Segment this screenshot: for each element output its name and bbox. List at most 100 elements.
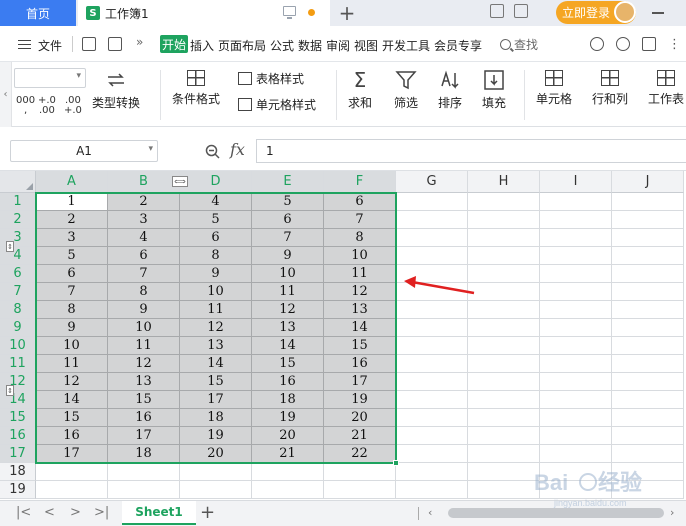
cell-i2[interactable] — [540, 211, 612, 229]
row-header-16[interactable]: 16 — [0, 427, 36, 445]
cell-f8[interactable]: 13 — [324, 301, 396, 319]
cell-i4[interactable] — [540, 247, 612, 265]
cell-i7[interactable] — [540, 283, 612, 301]
cell-j3[interactable] — [612, 229, 684, 247]
cell-f6[interactable]: 11 — [324, 265, 396, 283]
cell-e7[interactable]: 11 — [252, 283, 324, 301]
fill-button[interactable]: 填充 — [482, 70, 506, 111]
column-header-j[interactable]: J — [612, 171, 684, 193]
ribbon-scroll-left-icon[interactable]: ‹ — [0, 62, 12, 127]
column-header-d[interactable]: D — [180, 171, 252, 193]
export-icon[interactable] — [108, 37, 122, 51]
cell-b16[interactable]: 17 — [108, 427, 180, 445]
cell-h4[interactable] — [468, 247, 540, 265]
cell-j7[interactable] — [612, 283, 684, 301]
cell-b6[interactable]: 7 — [108, 265, 180, 283]
cell-e9[interactable]: 13 — [252, 319, 324, 337]
cell-style-button[interactable]: 单元格样式 — [238, 96, 316, 113]
cell-e16[interactable]: 20 — [252, 427, 324, 445]
cell-d6[interactable]: 9 — [180, 265, 252, 283]
cell-a17[interactable]: 17 — [36, 445, 108, 463]
cell-f14[interactable]: 19 — [324, 391, 396, 409]
new-tab-plus-icon[interactable]: + — [335, 1, 359, 25]
restore-window-icon[interactable] — [514, 4, 528, 18]
column-header-h[interactable]: H — [468, 171, 540, 193]
cell-g1[interactable] — [396, 193, 468, 211]
tab-page-layout[interactable]: 页面布局 — [218, 37, 266, 54]
cell-d18[interactable] — [180, 463, 252, 481]
column-header-i[interactable]: I — [540, 171, 612, 193]
cell-d15[interactable]: 18 — [180, 409, 252, 427]
cell-e2[interactable]: 6 — [252, 211, 324, 229]
cell-a10[interactable]: 10 — [36, 337, 108, 355]
cell-d10[interactable]: 13 — [180, 337, 252, 355]
cell-h14[interactable] — [468, 391, 540, 409]
cell-g15[interactable] — [396, 409, 468, 427]
cell-j6[interactable] — [612, 265, 684, 283]
row-header-19[interactable]: 19 — [0, 481, 36, 499]
row-header-1[interactable]: 1 — [0, 193, 36, 211]
table-style-button[interactable]: 表格样式 — [238, 70, 304, 87]
cell-h2[interactable] — [468, 211, 540, 229]
cell-a12[interactable]: 12 — [36, 373, 108, 391]
save-icon[interactable] — [82, 37, 96, 51]
sum-button[interactable]: Σ 求和 — [348, 70, 372, 111]
cell-i16[interactable] — [540, 427, 612, 445]
cell-e4[interactable]: 9 — [252, 247, 324, 265]
cell-a2[interactable]: 2 — [36, 211, 108, 229]
cell-j15[interactable] — [612, 409, 684, 427]
sort-button[interactable]: 排序 — [438, 70, 462, 111]
cell-a6[interactable]: 6 — [36, 265, 108, 283]
cell-e18[interactable] — [252, 463, 324, 481]
column-header-g[interactable]: G — [396, 171, 468, 193]
cell-a4[interactable]: 5 — [36, 247, 108, 265]
cell-i10[interactable] — [540, 337, 612, 355]
cell-a18[interactable] — [36, 463, 108, 481]
export-share-icon[interactable] — [642, 37, 656, 51]
monitor-icon[interactable] — [283, 6, 296, 19]
cell-d17[interactable]: 20 — [180, 445, 252, 463]
cell-g3[interactable] — [396, 229, 468, 247]
formula-input[interactable]: 1 — [256, 139, 686, 163]
cell-f10[interactable]: 15 — [324, 337, 396, 355]
cell-h8[interactable] — [468, 301, 540, 319]
cell-i15[interactable] — [540, 409, 612, 427]
cell-i17[interactable] — [540, 445, 612, 463]
cell-g16[interactable] — [396, 427, 468, 445]
tab-member[interactable]: 会员专享 — [434, 37, 482, 54]
cell-g8[interactable] — [396, 301, 468, 319]
tab-insert[interactable]: 插入 — [190, 37, 214, 54]
conditional-format-button[interactable]: 条件格式 — [172, 70, 220, 107]
tab-view[interactable]: 视图 — [354, 37, 378, 54]
row-col-button[interactable]: 行和列 — [592, 70, 628, 107]
font-select[interactable] — [14, 68, 86, 88]
cell-f16[interactable]: 21 — [324, 427, 396, 445]
cell-h12[interactable] — [468, 373, 540, 391]
row-header-10[interactable]: 10 — [0, 337, 36, 355]
cell-f9[interactable]: 14 — [324, 319, 396, 337]
cell-b11[interactable]: 12 — [108, 355, 180, 373]
cell-g12[interactable] — [396, 373, 468, 391]
home-tab[interactable]: 首页 — [0, 0, 76, 26]
workbook-tab[interactable]: S 工作簿1 — [78, 0, 330, 26]
cell-a16[interactable]: 16 — [36, 427, 108, 445]
row-header-7[interactable]: 7 — [0, 283, 36, 301]
cell-e3[interactable]: 7 — [252, 229, 324, 247]
spreadsheet-grid[interactable]: ABDEFGHIJ ⟺ 1 2 3 4 6 7 8 9 10 11 12 14 15 16 17 18 19 ⇕… — [0, 171, 686, 500]
next-sheet-icon[interactable]: > — [70, 505, 81, 520]
search-command[interactable]: 查找 — [500, 36, 538, 53]
cell-e1[interactable]: 5 — [252, 193, 324, 211]
cell-a14[interactable]: 14 — [36, 391, 108, 409]
cell-f19[interactable] — [324, 481, 396, 499]
cell-e14[interactable]: 18 — [252, 391, 324, 409]
row-header-2[interactable]: 2 — [0, 211, 36, 229]
cell-b18[interactable] — [108, 463, 180, 481]
cell-f11[interactable]: 16 — [324, 355, 396, 373]
cell-d11[interactable]: 14 — [180, 355, 252, 373]
type-convert-button[interactable]: 类型转换 — [92, 70, 140, 111]
cell-h1[interactable] — [468, 193, 540, 211]
cell-e15[interactable]: 19 — [252, 409, 324, 427]
cell-i9[interactable] — [540, 319, 612, 337]
row-header-11[interactable]: 11 — [0, 355, 36, 373]
cell-d19[interactable] — [180, 481, 252, 499]
